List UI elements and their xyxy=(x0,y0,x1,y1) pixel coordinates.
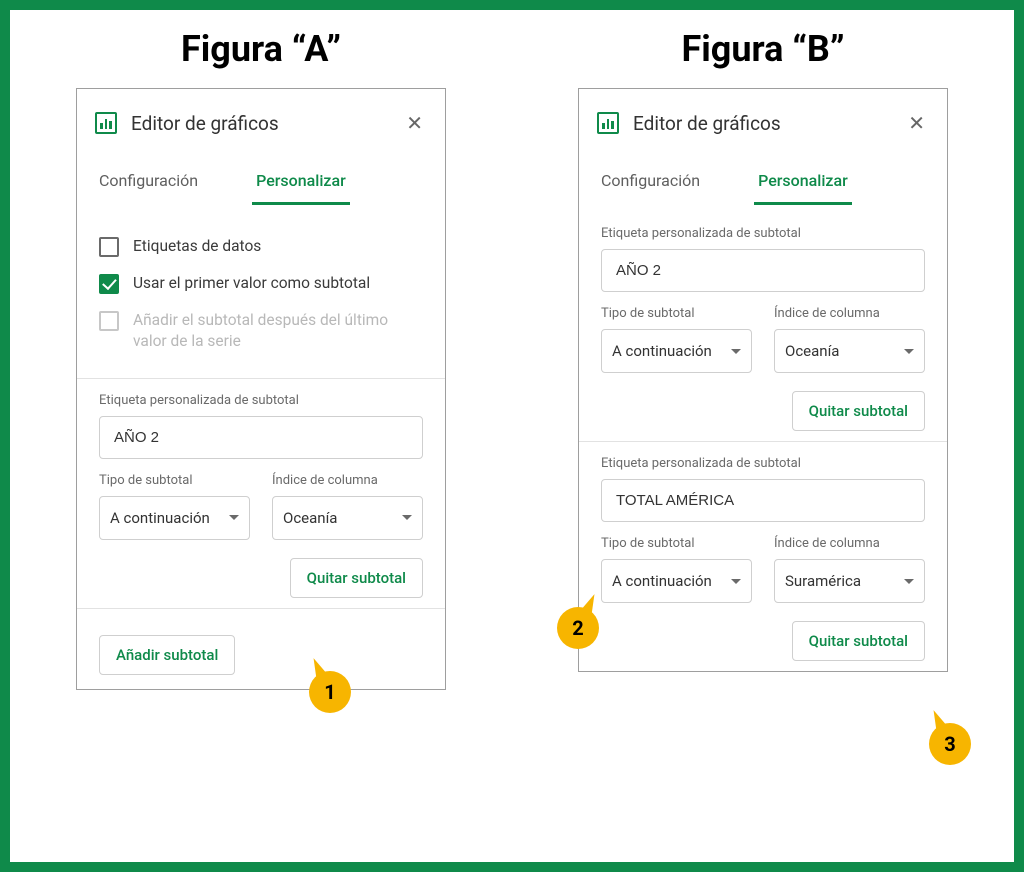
chart-icon xyxy=(95,112,117,134)
close-icon[interactable]: ✕ xyxy=(402,107,427,139)
tab-configuration[interactable]: Configuración xyxy=(597,161,704,205)
add-subtotal-button[interactable]: Añadir subtotal xyxy=(99,635,235,675)
chevron-down-icon xyxy=(904,349,914,354)
chevron-down-icon xyxy=(731,349,741,354)
subtotal-type-value: A continuación xyxy=(612,342,712,360)
remove-subtotal-button[interactable]: Quitar subtotal xyxy=(792,391,925,431)
figure-b-title: Figura “B” xyxy=(682,28,845,70)
figure-a-title: Figura “A” xyxy=(181,28,341,70)
chevron-down-icon xyxy=(229,515,239,520)
checkbox-add-subtotal-after-last-label: Añadir el subtotal después del último va… xyxy=(133,310,423,352)
subtotal-type-label: Tipo de subtotal xyxy=(99,473,250,488)
subtotal-type-select[interactable]: A continuación xyxy=(601,329,752,373)
panel-title: Editor de gráficos xyxy=(131,112,402,135)
column-index-select[interactable]: Oceanía xyxy=(272,496,423,540)
column-index-label-2: Índice de columna xyxy=(774,536,925,551)
column-index-value: Oceanía xyxy=(283,509,337,527)
close-icon[interactable]: ✕ xyxy=(904,107,929,139)
tab-customize[interactable]: Personalizar xyxy=(754,161,852,205)
subtotal-type-label: Tipo de subtotal xyxy=(601,306,752,321)
subtotal-label-field-label: Etiqueta personalizada de subtotal xyxy=(99,393,423,408)
checkbox-first-value-subtotal[interactable] xyxy=(99,274,119,294)
tab-customize[interactable]: Personalizar xyxy=(252,161,350,205)
callout-2: 2 xyxy=(557,607,599,649)
chart-editor-panel-b: Editor de gráficos ✕ Configuración Perso… xyxy=(578,88,948,672)
subtotal-label-input[interactable] xyxy=(601,249,925,292)
subtotal-type-value-2: A continuación xyxy=(612,572,712,590)
chevron-down-icon xyxy=(731,579,741,584)
callout-3: 3 xyxy=(929,723,971,765)
column-index-select-2[interactable]: Suramérica xyxy=(774,559,925,603)
chart-icon xyxy=(597,112,619,134)
checkbox-data-labels[interactable] xyxy=(99,237,119,257)
subtotal-label-field-label: Etiqueta personalizada de subtotal xyxy=(601,226,925,241)
tutorial-frame: Figura “A” Editor de gráficos ✕ Configur… xyxy=(0,0,1024,872)
figure-a-column: Figura “A” Editor de gráficos ✕ Configur… xyxy=(76,28,446,690)
panel-title: Editor de gráficos xyxy=(633,112,904,135)
subtotal-label-input[interactable] xyxy=(99,416,423,459)
column-index-label: Índice de columna xyxy=(272,473,423,488)
column-index-label: Índice de columna xyxy=(774,306,925,321)
chart-editor-panel-a: Editor de gráficos ✕ Configuración Perso… xyxy=(76,88,446,690)
figure-b-column: Figura “B” Editor de gráficos ✕ Configur… xyxy=(578,28,948,690)
subtotal-type-label-2: Tipo de subtotal xyxy=(601,536,752,551)
subtotal-type-select[interactable]: A continuación xyxy=(99,496,250,540)
subtotal-type-select-2[interactable]: A continuación xyxy=(601,559,752,603)
subtotal-type-value: A continuación xyxy=(110,509,210,527)
checkbox-data-labels-label: Etiquetas de datos xyxy=(133,236,261,257)
column-index-value: Oceanía xyxy=(785,342,839,360)
callout-1: 1 xyxy=(309,671,351,713)
chevron-down-icon xyxy=(402,515,412,520)
remove-subtotal-button[interactable]: Quitar subtotal xyxy=(290,558,423,598)
checkbox-add-subtotal-after-last xyxy=(99,311,119,331)
subtotal-label-field-label-2: Etiqueta personalizada de subtotal xyxy=(601,456,925,471)
column-index-select[interactable]: Oceanía xyxy=(774,329,925,373)
chevron-down-icon xyxy=(904,579,914,584)
subtotal-label-input-2[interactable] xyxy=(601,479,925,522)
remove-subtotal-button-2[interactable]: Quitar subtotal xyxy=(792,621,925,661)
column-index-value-2: Suramérica xyxy=(785,572,861,590)
tab-configuration[interactable]: Configuración xyxy=(95,161,202,205)
checkbox-first-value-subtotal-label: Usar el primer valor como subtotal xyxy=(133,273,370,294)
